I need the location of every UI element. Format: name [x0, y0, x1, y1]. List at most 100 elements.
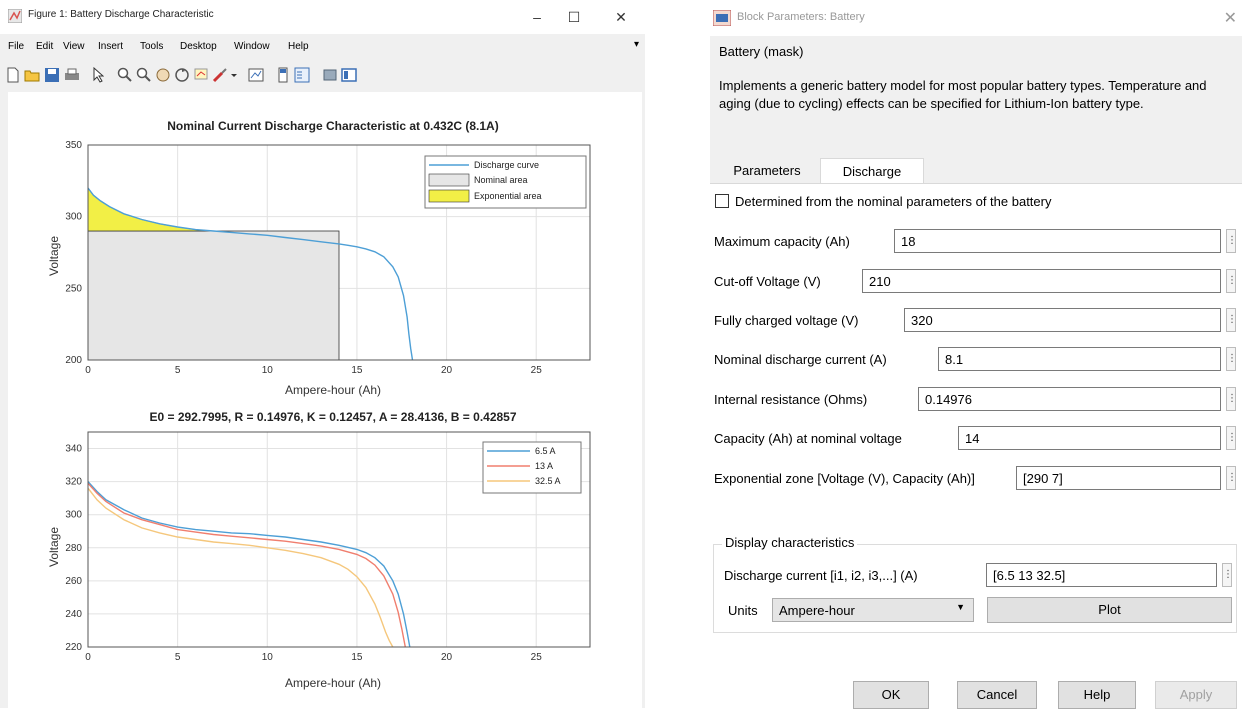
menu-overflow-arrow[interactable]: ▾ [634, 39, 639, 50]
fully-charged-voltage-more-button[interactable]: ⋮ [1226, 308, 1237, 332]
link-plot-icon[interactable] [248, 67, 264, 83]
menu-tools[interactable]: Tools [140, 41, 163, 52]
dialog-title: Block Parameters: Battery [737, 11, 865, 23]
multi-plot-series-line-0 [87, 481, 411, 648]
brush-dropdown-icon[interactable] [230, 67, 238, 83]
chevron-down-icon: ▼ [956, 602, 965, 612]
multi-plot-series-line-1 [87, 482, 406, 648]
multi-plot-ytick-label: 300 [65, 510, 82, 521]
legend-icon[interactable] [294, 67, 310, 83]
menu-file[interactable]: File [8, 41, 24, 52]
legend-swatch-exponential-area [428, 189, 470, 203]
discharge-current-field[interactable]: [6.5 13 32.5] [986, 563, 1217, 587]
maximum-capacity-label: Maximum capacity (Ah) [714, 234, 850, 249]
menu-insert[interactable]: Insert [98, 41, 123, 52]
nominal-plot-xtick-label: 10 [262, 365, 274, 376]
new-figure-icon[interactable] [6, 67, 20, 83]
mask-description: Implements a generic battery model for m… [719, 78, 1207, 111]
open-file-icon[interactable] [24, 67, 40, 83]
close-button[interactable]: ✕ [607, 4, 635, 30]
legend-label-6-5a: 6.5 A [535, 446, 556, 456]
figure-window: Figure 1: Battery Discharge Characterist… [0, 0, 645, 708]
multi-plot-xtick-label: 0 [85, 652, 91, 663]
legend-label-13a: 13 A [535, 461, 553, 471]
plot-button[interactable]: Plot [987, 597, 1232, 623]
nominal-plot-xtick-label: 20 [441, 365, 453, 376]
menu-window[interactable]: Window [234, 41, 270, 52]
menu-desktop[interactable]: Desktop [180, 41, 217, 52]
data-cursor-icon[interactable] [193, 67, 209, 83]
cutoff-voltage-row: Cut-off Voltage (V) 210 ⋮ [714, 269, 1237, 295]
legend-label-discharge-curve: Discharge curve [474, 160, 539, 170]
figure-canvas: Nominal Current Discharge Characteristic… [8, 92, 642, 708]
brush-icon[interactable] [212, 67, 228, 83]
show-plot-tools-icon[interactable] [341, 67, 357, 83]
minimize-button[interactable]: – [523, 4, 551, 30]
nominal-discharge-plot: Nominal Current Discharge Characteristic… [47, 119, 591, 397]
menu-help[interactable]: Help [288, 41, 309, 52]
multi-plot-xtick-label: 10 [262, 652, 274, 663]
nominal-parameters-checkbox[interactable] [715, 194, 729, 208]
save-icon[interactable] [44, 67, 60, 83]
fully-charged-voltage-field[interactable]: 320 [904, 308, 1221, 332]
multi-plot-ytick-label: 340 [65, 444, 82, 455]
multi-plot-xtick-label: 15 [351, 652, 363, 663]
nominal-discharge-current-field[interactable]: 8.1 [938, 347, 1221, 371]
hide-plot-tools-icon[interactable] [322, 67, 338, 83]
dialog-close-button[interactable]: ✕ [1224, 8, 1237, 28]
capacity-at-nominal-voltage-more-button[interactable]: ⋮ [1226, 426, 1237, 450]
nominal-discharge-current-more-button[interactable]: ⋮ [1226, 347, 1237, 371]
multi-plot-ytick-label: 280 [65, 543, 82, 554]
ok-button[interactable]: OK [853, 681, 929, 709]
nominal-plot-xlabel: Ampere-hour (Ah) [285, 383, 381, 397]
print-icon[interactable] [64, 67, 80, 83]
nominal-plot-ylabel: Voltage [47, 236, 61, 276]
exponential-zone-row: Exponential zone [Voltage (V), Capacity … [714, 466, 1237, 492]
nominal-plot-xtick-label: 15 [351, 365, 363, 376]
cutoff-voltage-field[interactable]: 210 [862, 269, 1221, 293]
menu-edit[interactable]: Edit [36, 41, 53, 52]
cutoff-voltage-more-button[interactable]: ⋮ [1226, 269, 1237, 293]
discharge-current-more-button[interactable]: ⋮ [1222, 563, 1233, 587]
nominal-parameters-checkbox-row[interactable]: Determined from the nominal parameters o… [715, 194, 1051, 209]
multi-plot-ytick-label: 240 [65, 609, 82, 620]
maximum-capacity-more-button[interactable]: ⋮ [1226, 229, 1237, 253]
nominal-plot-xtick-label: 25 [531, 365, 543, 376]
legend-label-32-5a: 32.5 A [535, 476, 561, 486]
multi-plot-xtick-label: 5 [175, 652, 181, 663]
help-button[interactable]: Help [1058, 681, 1136, 709]
units-dropdown-value: Ampere-hour [779, 603, 855, 618]
rotate-3d-icon[interactable] [174, 67, 190, 83]
nominal-plot-title: Nominal Current Discharge Characteristic… [167, 119, 498, 133]
pan-icon[interactable] [155, 67, 171, 83]
zoom-in-icon[interactable] [117, 67, 133, 83]
tab-parameters[interactable]: Parameters [717, 158, 817, 184]
zoom-out-icon[interactable] [136, 67, 152, 83]
nominal-parameters-checkbox-label: Determined from the nominal parameters o… [735, 194, 1052, 209]
dialog-titlebar: Block Parameters: Battery ✕ [703, 0, 1249, 34]
internal-resistance-field[interactable]: 0.14976 [918, 387, 1221, 411]
cutoff-voltage-label: Cut-off Voltage (V) [714, 274, 821, 289]
multi-plot-ytick-label: 320 [65, 477, 82, 488]
nominal-plot-xtick-label: 0 [85, 365, 91, 376]
maximize-button[interactable]: ☐ [560, 4, 588, 30]
multi-current-discharge-plot: E0 = 292.7995, R = 0.14976, K = 0.12457,… [47, 410, 591, 690]
exponential-zone-field[interactable]: [290 7] [1016, 466, 1221, 490]
cancel-button[interactable]: Cancel [957, 681, 1037, 709]
nominal-plot-legend: Discharge curve Nominal area Exponential… [424, 155, 587, 209]
internal-resistance-more-button[interactable]: ⋮ [1226, 387, 1237, 411]
exponential-zone-more-button[interactable]: ⋮ [1226, 466, 1237, 490]
capacity-at-nominal-voltage-field[interactable]: 14 [958, 426, 1221, 450]
tab-discharge[interactable]: Discharge [820, 158, 924, 184]
internal-resistance-label: Internal resistance (Ohms) [714, 392, 868, 407]
apply-button[interactable]: Apply [1155, 681, 1237, 709]
figure-titlebar: Figure 1: Battery Discharge Characterist… [0, 0, 645, 34]
multi-plot-series-line-2 [87, 487, 394, 648]
matlab-figure-icon [8, 9, 22, 23]
menu-view[interactable]: View [63, 41, 85, 52]
capacity-at-nominal-voltage-label: Capacity (Ah) at nominal voltage [714, 431, 902, 446]
pointer-icon[interactable] [92, 67, 104, 83]
colorbar-icon[interactable] [275, 67, 291, 83]
maximum-capacity-field[interactable]: 18 [894, 229, 1221, 253]
units-dropdown[interactable]: Ampere-hour ▼ [772, 598, 974, 622]
